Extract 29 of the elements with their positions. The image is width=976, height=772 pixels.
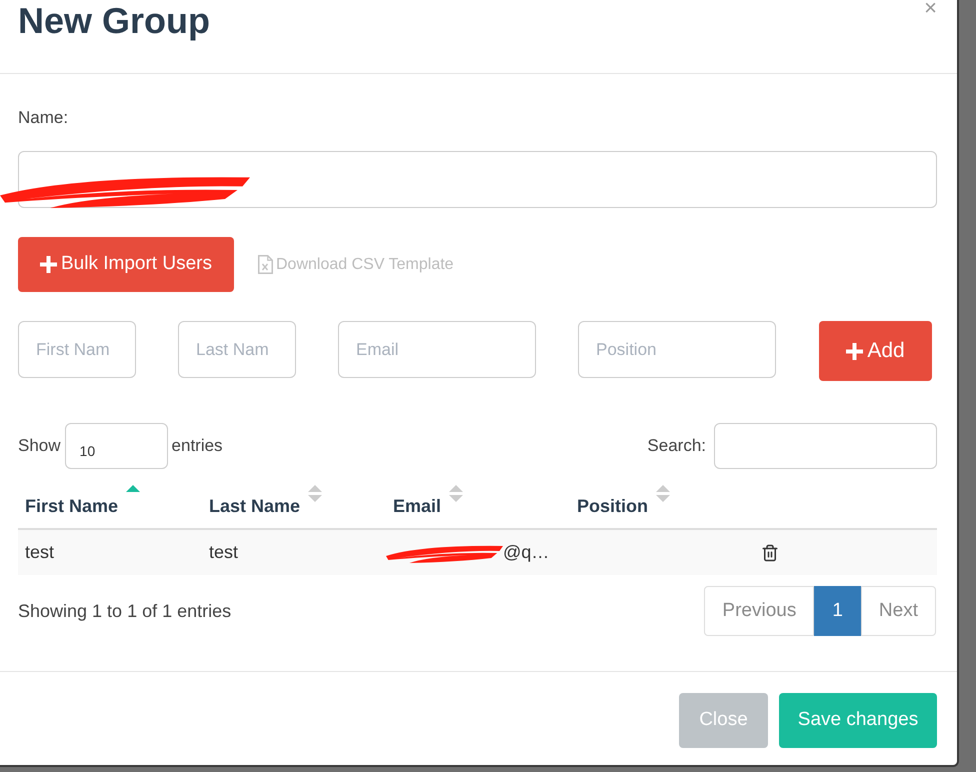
table-cell-text: test <box>24 541 56 564</box>
column-header[interactable]: Last Name <box>209 494 300 518</box>
pagination-button[interactable]: 1 <box>814 586 861 636</box>
close-button[interactable]: × <box>924 0 937 20</box>
show-label: Show <box>18 435 61 458</box>
file-icon <box>258 255 273 274</box>
column-header[interactable]: Position <box>577 494 648 518</box>
new-user-input[interactable]: Email <box>338 321 536 378</box>
column-header[interactable]: First Name <box>25 494 118 518</box>
save-button[interactable]: Save changes <box>779 693 937 748</box>
plus-icon <box>846 342 864 360</box>
trash-icon[interactable] <box>761 544 779 562</box>
new-user-input[interactable]: Position <box>578 321 776 378</box>
column-header[interactable]: Email <box>393 494 442 518</box>
table-cell-text: @q… <box>503 541 550 564</box>
table-cell-text: test <box>208 541 240 564</box>
add-button[interactable]: Add <box>819 321 932 381</box>
new-user-input[interactable]: Last Nam <box>178 321 296 378</box>
new-user-input[interactable]: First Nam <box>18 321 136 378</box>
bulk-import-button[interactable]: Bulk Import Users <box>18 237 234 292</box>
dialog-title: New Group <box>18 0 210 41</box>
table-info: Showing 1 to 1 of 1 entries <box>18 600 232 623</box>
search-label: Search: <box>647 435 706 458</box>
name-label: Name: <box>18 107 68 129</box>
entries-label: entries <box>172 435 223 458</box>
search-field[interactable] <box>714 423 937 469</box>
page-size-select[interactable]: 10 <box>64 423 168 469</box>
plus-icon <box>40 256 57 273</box>
name-input[interactable] <box>18 151 937 208</box>
